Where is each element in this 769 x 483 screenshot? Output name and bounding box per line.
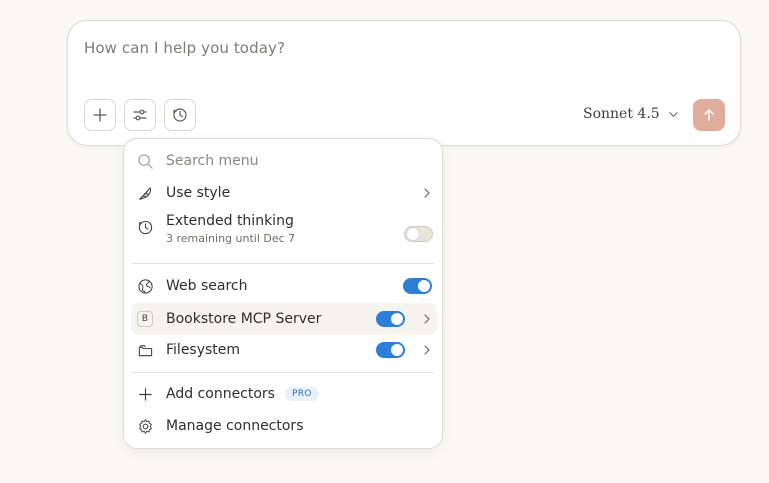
menu-item-add-connectors[interactable]: Add connectors PRO (131, 380, 437, 408)
menu-item-label: Bookstore MCP Server (166, 311, 322, 327)
menu-item-bookstore-mcp[interactable]: B Bookstore MCP Server (131, 303, 437, 335)
toggle-knob (407, 228, 419, 240)
add-button[interactable] (84, 99, 116, 131)
menu-item-use-style[interactable]: Use style (131, 179, 437, 207)
plus-icon (93, 108, 107, 122)
search-menu-input[interactable]: Search menu (166, 153, 259, 169)
menu-item-label: Use style (166, 185, 231, 201)
bookstore-toggle[interactable] (376, 311, 405, 327)
tools-button[interactable] (124, 99, 156, 131)
extended-thinking-remaining: 3 remaining until Dec 7 (166, 232, 296, 245)
search-icon (136, 152, 154, 170)
sliders-icon (133, 109, 147, 121)
arrow-up-icon (704, 109, 714, 121)
send-button[interactable] (693, 99, 725, 131)
menu-search[interactable]: Search menu (131, 148, 437, 174)
gear-icon (136, 417, 154, 435)
menu-item-web-search[interactable]: Web search (131, 272, 437, 300)
plus-icon (136, 385, 154, 403)
feather-icon (136, 184, 154, 202)
menu-divider (132, 372, 434, 373)
menu-item-label: Manage connectors (166, 418, 304, 434)
toggle-knob (418, 280, 430, 292)
web-search-toggle[interactable] (403, 278, 432, 294)
globe-icon (136, 277, 154, 295)
chat-composer: How can I help you today? Sonnet 4.5 (67, 20, 741, 146)
chevron-right-icon (424, 314, 430, 324)
menu-item-manage-connectors[interactable]: Manage connectors (131, 412, 437, 440)
pro-badge: PRO (284, 387, 319, 401)
extended-thinking-label: Extended thinking (166, 213, 294, 229)
menu-item-label: Web search (166, 278, 248, 294)
toggle-knob (391, 313, 403, 325)
toggle-knob (391, 344, 403, 356)
filesystem-toggle[interactable] (376, 342, 405, 358)
menu-divider (132, 263, 434, 264)
chevron-right-icon (424, 345, 430, 355)
clock-icon (173, 108, 187, 122)
extended-thinking-button[interactable] (164, 99, 196, 131)
menu-item-label: Add connectors (166, 386, 275, 402)
model-name: Sonnet 4.5 (583, 106, 660, 122)
clock-icon (136, 218, 154, 236)
prompt-input[interactable]: How can I help you today? (84, 39, 285, 57)
menu-item-extended-thinking[interactable]: Extended thinking 3 remaining until Dec … (131, 213, 437, 253)
connector-b-icon: B (136, 310, 154, 328)
folder-icon (136, 341, 154, 359)
extended-thinking-toggle[interactable] (404, 226, 433, 242)
tools-menu: Search menu Use style Extended thinking … (123, 138, 443, 449)
chevron-down-icon (668, 111, 678, 117)
model-selector[interactable]: Sonnet 4.5 (583, 106, 679, 122)
chevron-right-icon (424, 188, 430, 198)
menu-item-label: Filesystem (166, 342, 241, 358)
menu-item-filesystem[interactable]: Filesystem (131, 336, 437, 364)
